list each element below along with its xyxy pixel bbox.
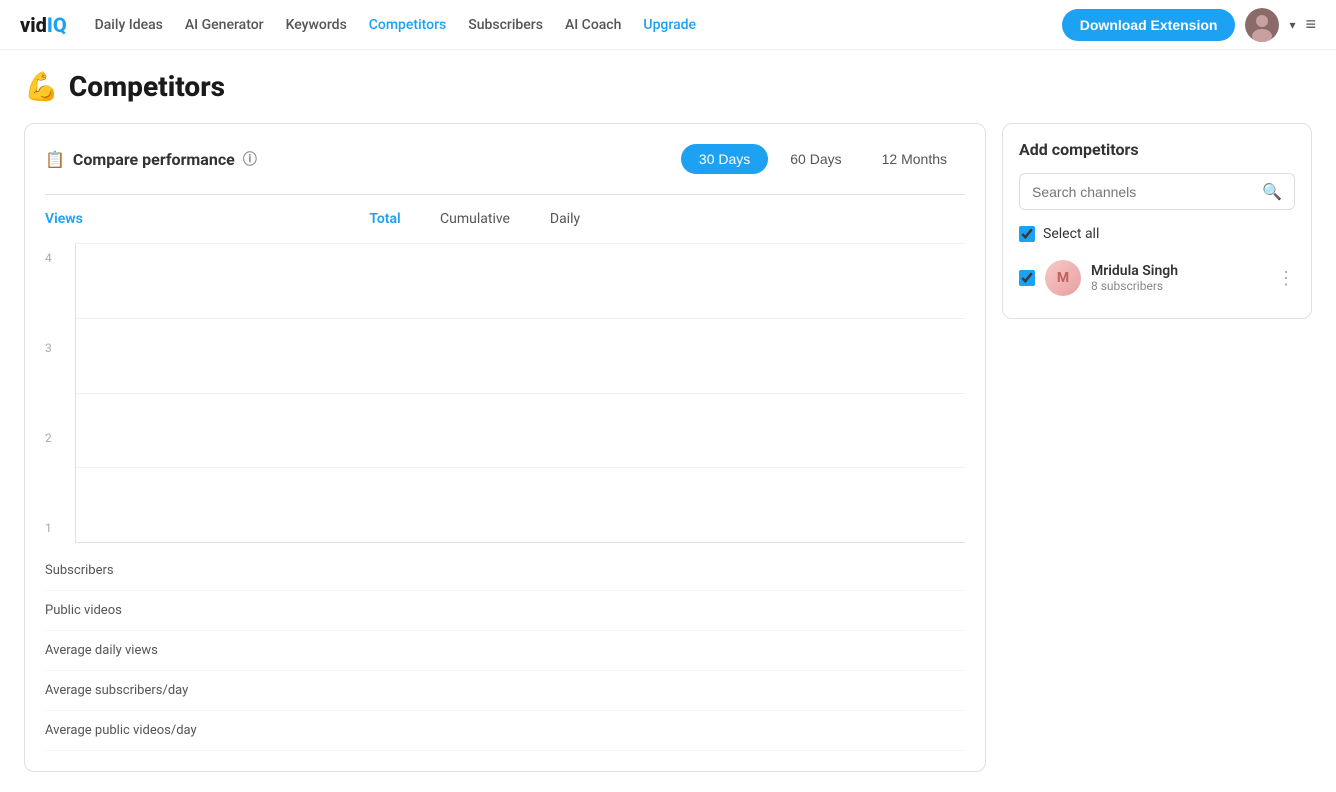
page-title-area: 💪 Competitors bbox=[24, 70, 1312, 103]
tab-12-months[interactable]: 12 Months bbox=[864, 144, 965, 174]
nav-competitors[interactable]: Competitors bbox=[369, 17, 446, 33]
compare-icon: 📋 bbox=[45, 150, 65, 169]
nav-ai-generator[interactable]: AI Generator bbox=[185, 17, 264, 33]
table-header: Views Total Cumulative Daily bbox=[45, 205, 965, 233]
hamburger-icon[interactable]: ≡ bbox=[1305, 14, 1316, 35]
competitor-row: M Mridula Singh 8 subscribers ⋮ bbox=[1019, 254, 1295, 302]
navbar: vidIQ Daily Ideas AI Generator Keywords … bbox=[0, 0, 1336, 50]
add-competitors-title: Add competitors bbox=[1019, 140, 1295, 159]
chart-area: 4 3 2 1 bbox=[45, 243, 965, 543]
competitor-avatar: M bbox=[1045, 260, 1081, 296]
compare-title-text: Compare performance bbox=[73, 150, 235, 169]
chevron-down-icon[interactable]: ▾ bbox=[1289, 18, 1295, 32]
col-header-daily[interactable]: Daily bbox=[525, 211, 605, 227]
avatar[interactable] bbox=[1245, 8, 1279, 42]
logo-text: vidIQ bbox=[20, 13, 67, 37]
nav-keywords[interactable]: Keywords bbox=[286, 17, 347, 33]
page-title: Competitors bbox=[69, 70, 225, 103]
metric-label-avg-daily-views: Average daily views bbox=[45, 643, 345, 658]
navbar-right: Download Extension ▾ ≡ bbox=[1062, 8, 1316, 42]
nav-upgrade[interactable]: Upgrade bbox=[643, 17, 696, 33]
competitor-subscribers: 8 subscribers bbox=[1091, 279, 1267, 293]
metric-avg-subs-per-day: Average subscribers/day bbox=[45, 671, 965, 711]
y-label-1: 1 bbox=[45, 521, 69, 535]
nav-daily-ideas[interactable]: Daily Ideas bbox=[95, 17, 163, 33]
select-all-label: Select all bbox=[1043, 226, 1099, 242]
search-input[interactable] bbox=[1032, 184, 1254, 200]
metric-label-avg-videos-day: Average public videos/day bbox=[45, 723, 345, 738]
competitors-icon: 💪 bbox=[24, 70, 59, 103]
nav-subscribers[interactable]: Subscribers bbox=[468, 17, 543, 33]
compare-header: 📋 Compare performance ⓘ 30 Days 60 Days … bbox=[45, 144, 965, 174]
sidebar: Add competitors 🔍 Select all M Mridula S… bbox=[1002, 123, 1312, 772]
metric-avg-videos-per-day: Average public videos/day bbox=[45, 711, 965, 751]
metric-avg-daily-views: Average daily views bbox=[45, 631, 965, 671]
search-icon: 🔍 bbox=[1262, 182, 1282, 201]
table-divider bbox=[45, 194, 965, 195]
tab-30-days[interactable]: 30 Days bbox=[681, 144, 768, 174]
col-header-cumulative[interactable]: Cumulative bbox=[425, 211, 525, 227]
competitor-name: Mridula Singh bbox=[1091, 263, 1267, 279]
competitor-info: Mridula Singh 8 subscribers bbox=[1091, 263, 1267, 293]
tab-60-days[interactable]: 60 Days bbox=[772, 144, 859, 174]
time-tabs: 30 Days 60 Days 12 Months bbox=[681, 144, 965, 174]
y-label-2: 2 bbox=[45, 431, 69, 445]
info-icon[interactable]: ⓘ bbox=[243, 149, 257, 169]
competitor-checkbox[interactable] bbox=[1019, 270, 1035, 286]
logo-vid: vid bbox=[20, 13, 47, 37]
logo-iq: IQ bbox=[47, 13, 67, 37]
y-label-4: 4 bbox=[45, 251, 69, 265]
navbar-left: vidIQ Daily Ideas AI Generator Keywords … bbox=[20, 13, 696, 37]
select-all-row: Select all bbox=[1019, 226, 1295, 242]
download-extension-button[interactable]: Download Extension bbox=[1062, 9, 1236, 41]
metric-subscribers: Subscribers bbox=[45, 551, 965, 591]
col-header-views: Views bbox=[45, 211, 345, 227]
y-label-3: 3 bbox=[45, 341, 69, 355]
select-all-checkbox[interactable] bbox=[1019, 226, 1035, 242]
compare-panel: 📋 Compare performance ⓘ 30 Days 60 Days … bbox=[24, 123, 986, 772]
metrics-rows: Subscribers Public videos Average daily … bbox=[45, 551, 965, 751]
metric-label-avg-subs-day: Average subscribers/day bbox=[45, 683, 345, 698]
metric-public-videos: Public videos bbox=[45, 591, 965, 631]
more-options-icon[interactable]: ⋮ bbox=[1277, 268, 1295, 289]
compare-title: 📋 Compare performance ⓘ bbox=[45, 149, 257, 169]
metric-label-subscribers: Subscribers bbox=[45, 563, 345, 578]
page-content: 💪 Competitors 📋 Compare performance ⓘ 30… bbox=[0, 50, 1336, 792]
main-layout: 📋 Compare performance ⓘ 30 Days 60 Days … bbox=[24, 123, 1312, 772]
add-competitors-panel: Add competitors 🔍 Select all M Mridula S… bbox=[1002, 123, 1312, 319]
metric-label-public-videos: Public videos bbox=[45, 603, 345, 618]
nav-ai-coach[interactable]: AI Coach bbox=[565, 17, 621, 33]
logo: vidIQ bbox=[20, 13, 67, 37]
nav-links: Daily Ideas AI Generator Keywords Compet… bbox=[95, 17, 696, 33]
col-header-total[interactable]: Total bbox=[345, 211, 425, 227]
search-box[interactable]: 🔍 bbox=[1019, 173, 1295, 210]
